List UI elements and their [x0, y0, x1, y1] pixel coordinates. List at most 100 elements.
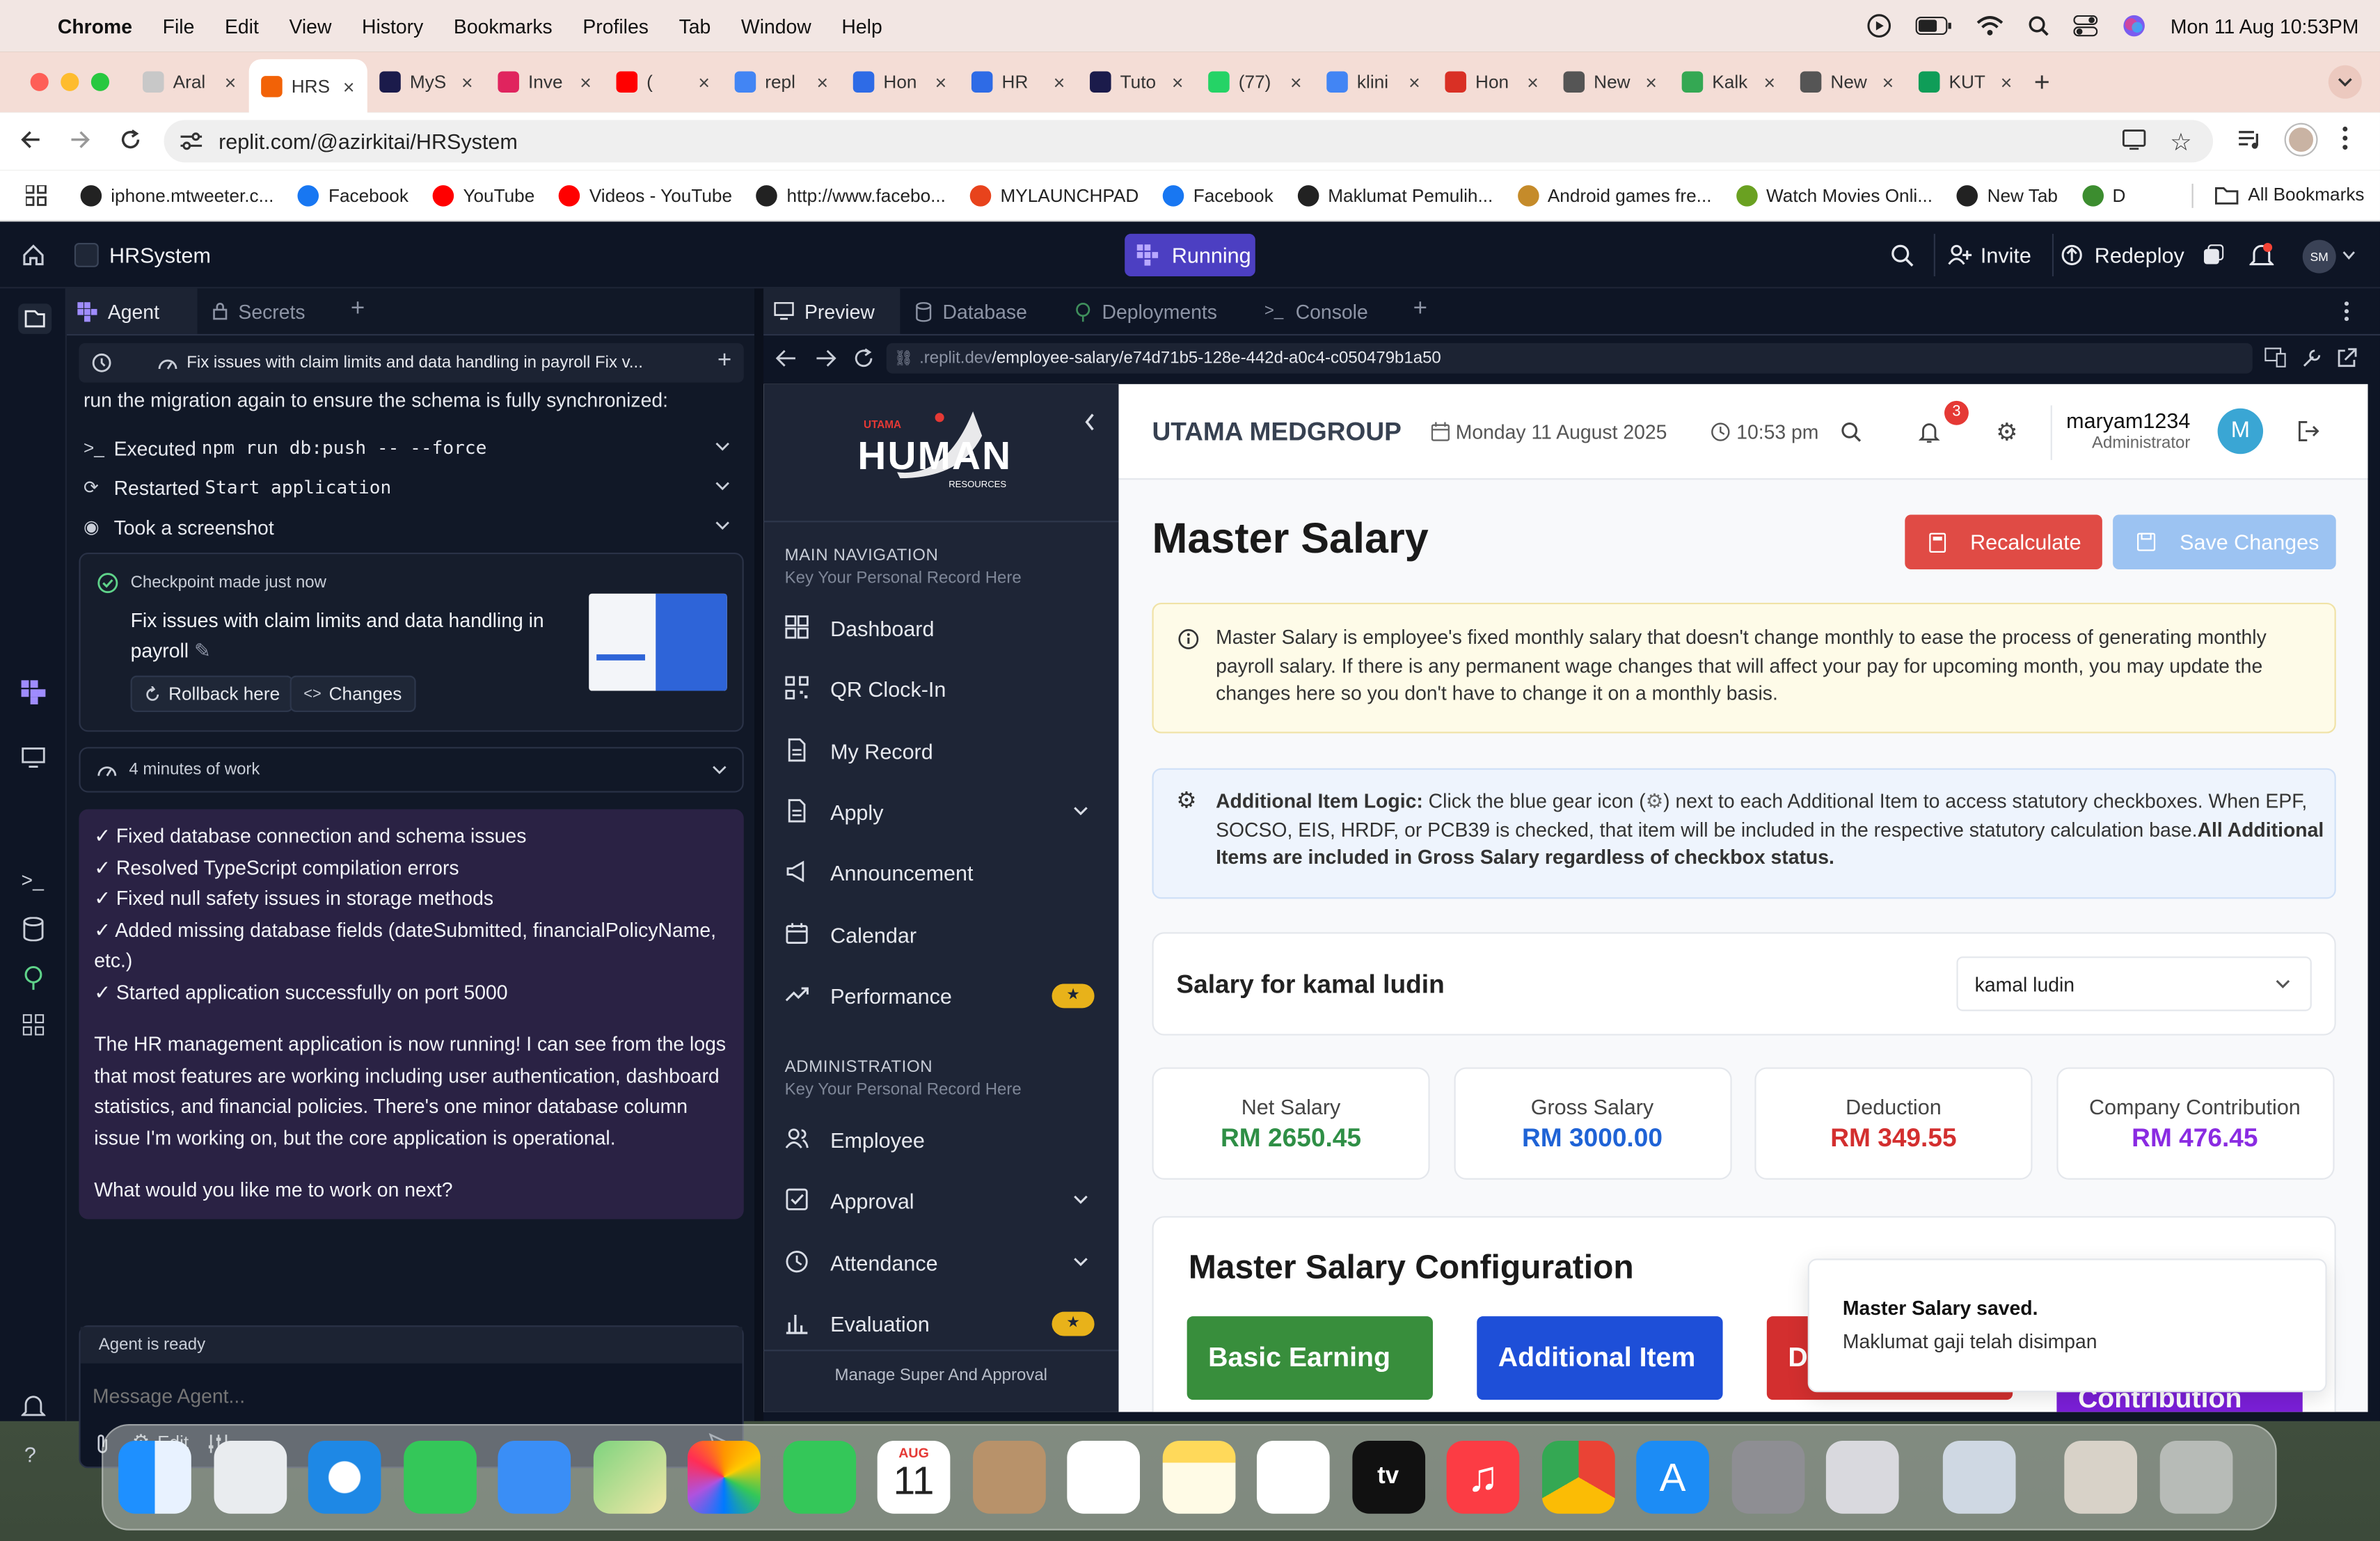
deployments-tab[interactable]: Deployments	[1074, 288, 1217, 333]
quicktime-icon[interactable]	[1942, 1441, 2015, 1514]
spotlight-search-icon[interactable]	[2028, 15, 2049, 37]
finder-icon[interactable]	[118, 1441, 191, 1514]
browser-tab[interactable]: Hon ×	[841, 59, 959, 104]
browser-tab[interactable]: Hon ×	[1433, 59, 1551, 104]
safari-icon[interactable]	[308, 1441, 381, 1514]
alerts-rail-icon[interactable]	[21, 1393, 46, 1418]
checkpoint-thumbnail[interactable]	[589, 593, 727, 691]
tab-close-icon[interactable]: ×	[1409, 70, 1420, 93]
back-icon[interactable]	[18, 127, 42, 152]
downloads-stack-icon[interactable]	[2064, 1441, 2138, 1514]
browser-tab[interactable]: Kalk ×	[1669, 59, 1788, 104]
invite-button[interactable]: Invite	[1933, 233, 2043, 276]
tab-close-icon[interactable]: ×	[343, 75, 355, 98]
user-avatar[interactable]: M	[2217, 408, 2264, 455]
tab-close-icon[interactable]: ×	[461, 70, 473, 93]
settings-gear-icon[interactable]: ⚙	[1996, 418, 2017, 448]
add-tab-button[interactable]: +	[351, 296, 365, 323]
bookmark-item[interactable]: MYLAUNCHPAD	[969, 184, 1139, 206]
new-tab-button[interactable]: +	[2034, 66, 2050, 98]
menu-bookmarks[interactable]: Bookmarks	[454, 15, 553, 38]
browser-tab[interactable]: HRS ×	[248, 59, 367, 114]
menu-edit[interactable]: Edit	[225, 15, 259, 38]
manage-super-approval[interactable]: Manage Super And Approval	[763, 1366, 1118, 1384]
pencil-icon[interactable]: ✎	[194, 639, 211, 662]
chrome-menu-icon[interactable]	[2342, 126, 2348, 150]
siri-icon[interactable]	[2122, 14, 2146, 38]
nav-item-apply[interactable]: Apply	[785, 784, 1097, 839]
calendar-app-icon[interactable]: AUG 11	[877, 1441, 951, 1514]
nav-item-approval[interactable]: Approval	[785, 1174, 1097, 1229]
deployments-rail-icon[interactable]	[23, 965, 45, 990]
address-bar[interactable]: replit.com/@azirkitai/HRSystem ☆	[164, 120, 2214, 163]
rollback-button[interactable]: Rollback here	[130, 675, 294, 713]
chrome-icon[interactable]	[1541, 1441, 1615, 1514]
devices-icon[interactable]	[2264, 347, 2286, 368]
battery-icon[interactable]	[1915, 16, 1951, 35]
tab-close-icon[interactable]: ×	[1290, 70, 1302, 93]
wifi-icon[interactable]	[1976, 15, 2004, 37]
changes-button[interactable]: <> Changes	[289, 675, 416, 713]
music-icon[interactable]: ♫	[1446, 1441, 1520, 1514]
menu-window[interactable]: Window	[741, 15, 811, 38]
menubar-clock[interactable]: Mon 11 Aug 10:53PM	[2171, 15, 2359, 38]
files-icon[interactable]	[18, 303, 52, 334]
help-rail-icon[interactable]: ?	[24, 1442, 36, 1467]
nav-item-announcement[interactable]: Announcement	[785, 846, 1097, 901]
bookmark-item[interactable]: Maklumat Pemulih...	[1297, 184, 1493, 206]
browser-tab[interactable]: KUT ×	[1906, 59, 2024, 104]
nav-item-qr-clock-in[interactable]: QR Clock-In	[785, 663, 1097, 718]
maps-icon[interactable]	[592, 1441, 666, 1514]
system-settings-icon[interactable]	[1731, 1441, 1804, 1514]
browser-tab[interactable]: New ×	[1551, 59, 1669, 104]
trash-icon[interactable]	[2159, 1441, 2232, 1514]
menu-help[interactable]: Help	[841, 15, 882, 38]
nav-item-evaluation[interactable]: Evaluation ★	[785, 1297, 1097, 1352]
cast-icon[interactable]	[2122, 129, 2146, 150]
notification-bell-icon[interactable]	[2249, 243, 2274, 269]
add-tab-button[interactable]: +	[1413, 296, 1427, 323]
tab-close-icon[interactable]: ×	[225, 70, 237, 93]
console-rail-icon[interactable]: >_	[22, 869, 44, 892]
tab-search-button[interactable]	[2328, 65, 2362, 99]
nav-item-employee[interactable]: Employee	[785, 1113, 1097, 1168]
tab-close-icon[interactable]: ×	[1763, 70, 1775, 93]
open-new-tab-icon[interactable]	[2336, 348, 2358, 370]
media-control-icon[interactable]	[2237, 129, 2262, 150]
control-center-icon[interactable]	[2073, 15, 2098, 37]
freeform-icon[interactable]	[1256, 1441, 1330, 1514]
devtools-icon[interactable]	[2301, 348, 2323, 370]
logout-icon[interactable]	[2298, 420, 2319, 442]
database-tab[interactable]: Database	[915, 288, 1027, 333]
all-tools-rail-icon[interactable]	[22, 1014, 45, 1036]
browser-tab[interactable]: MyS ×	[367, 59, 486, 104]
agent-step[interactable]: >_ Executed npm run db:push -- --force	[84, 433, 736, 464]
employee-select[interactable]: kamal ludin	[1956, 956, 2312, 1011]
play-circle-icon[interactable]	[1867, 14, 1891, 38]
tab-close-icon[interactable]: ×	[1882, 70, 1894, 93]
reload-icon[interactable]	[118, 127, 143, 152]
browser-tab[interactable]: Inve ×	[486, 59, 604, 104]
tab-close-icon[interactable]: ×	[1527, 70, 1539, 93]
menu-file[interactable]: File	[163, 15, 195, 38]
tab-close-icon[interactable]: ×	[1172, 70, 1184, 93]
bookmark-star-icon[interactable]: ☆	[2170, 127, 2191, 158]
history-icon[interactable]	[91, 352, 113, 374]
tab-close-icon[interactable]: ×	[1054, 70, 1065, 93]
mail-icon[interactable]	[498, 1441, 571, 1514]
tab-close-icon[interactable]: ×	[2001, 70, 2013, 93]
bookmark-item[interactable]: Android games fre...	[1517, 184, 1712, 206]
apple-tv-icon[interactable]: tv	[1351, 1441, 1425, 1514]
tab-close-icon[interactable]: ×	[1645, 70, 1657, 93]
bookmark-item[interactable]: Facebook	[298, 184, 408, 206]
menu-profiles[interactable]: Profiles	[582, 15, 649, 38]
browser-tab[interactable]: New ×	[1788, 59, 1906, 104]
apps-grid-icon[interactable]	[26, 184, 47, 206]
messages-icon[interactable]	[403, 1441, 476, 1514]
nav-item-calendar[interactable]: Calendar	[785, 907, 1097, 962]
menu-history[interactable]: History	[362, 15, 423, 38]
console-tab[interactable]: >_ Console	[1264, 288, 1368, 333]
recalculate-button[interactable]: Recalculate	[1905, 514, 2102, 569]
browser-tab[interactable]: (77) ×	[1196, 59, 1315, 104]
workspace-icon[interactable]	[2203, 244, 2224, 266]
